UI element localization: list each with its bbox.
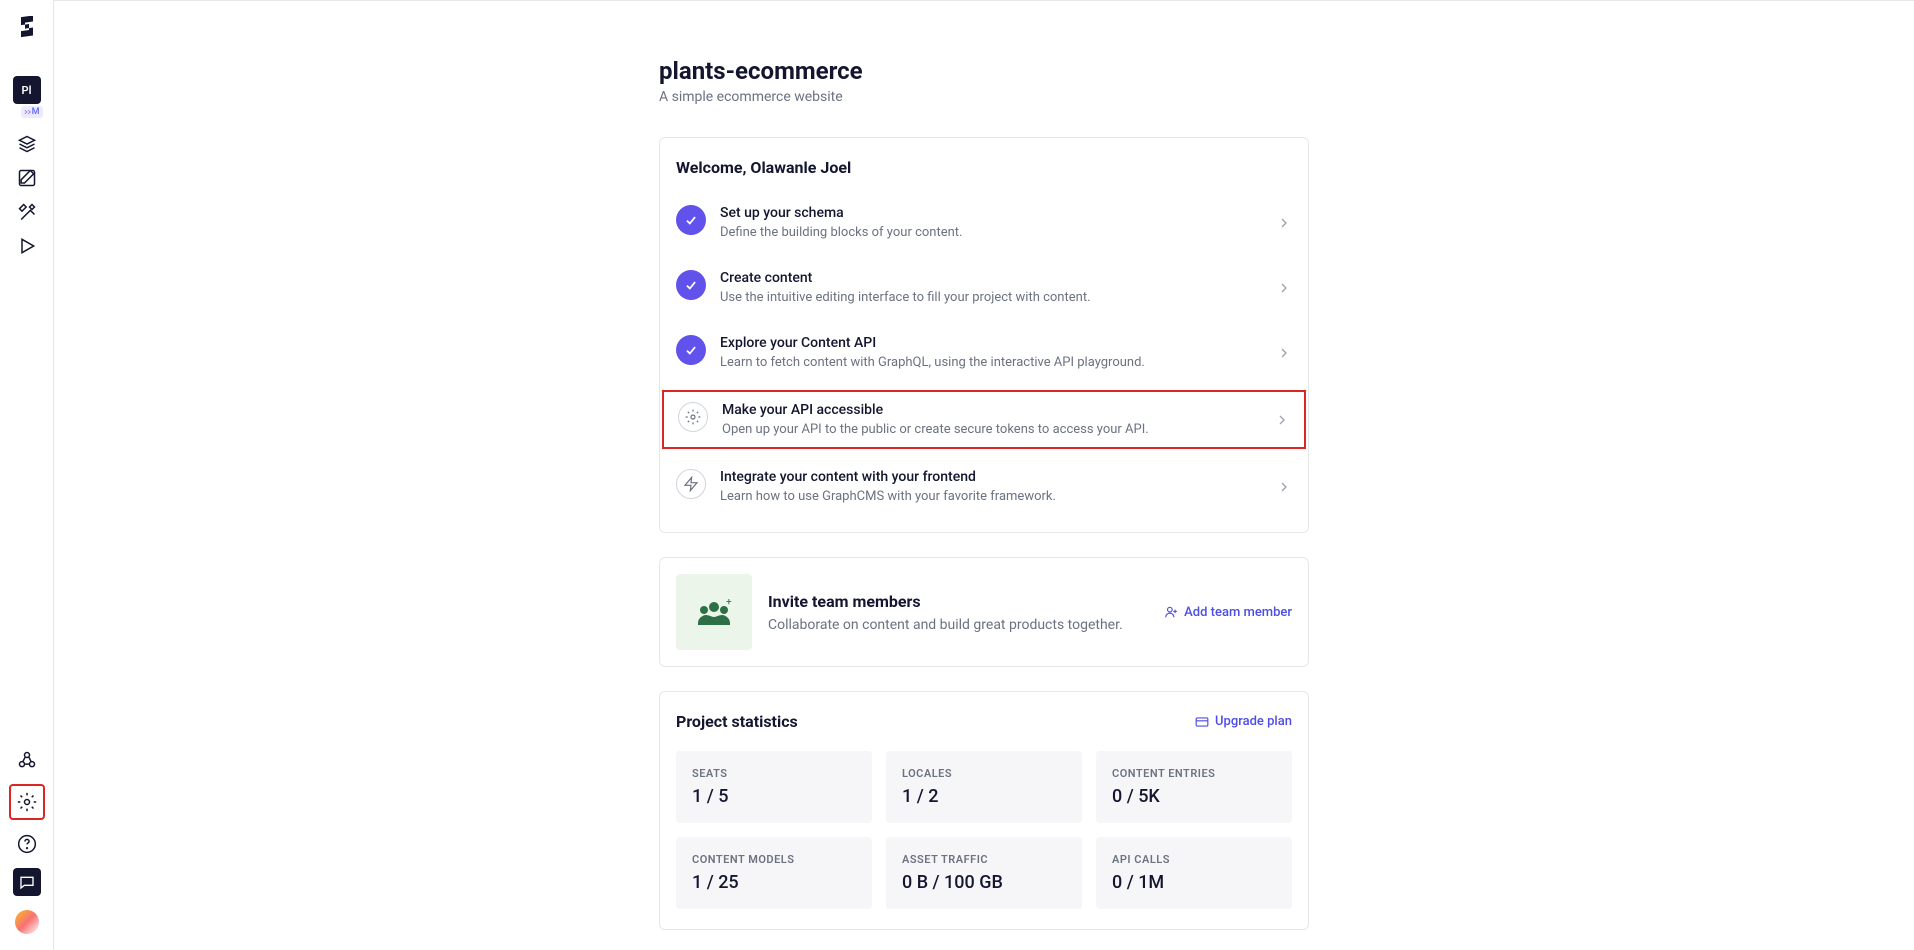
bolt-icon	[676, 469, 706, 499]
chevron-right-icon	[1276, 345, 1292, 361]
upgrade-plan-link[interactable]: Upgrade plan	[1195, 714, 1292, 729]
task-explore-api[interactable]: Explore your Content API Learn to fetch …	[676, 327, 1292, 378]
stat-api-calls: API CALLS 0 / 1M	[1096, 837, 1292, 909]
task-title: Integrate your content with your fronten…	[720, 469, 1262, 485]
invite-link-label: Add team member	[1184, 605, 1292, 620]
stat-label: SEATS	[692, 767, 856, 780]
settings-icon	[17, 792, 37, 812]
stat-value: 0 / 1M	[1112, 872, 1276, 893]
settings-button-highlighted[interactable]	[9, 784, 45, 820]
stat-label: CONTENT MODELS	[692, 853, 856, 866]
task-title: Explore your Content API	[720, 335, 1262, 351]
stat-locales: LOCALES 1 / 2	[886, 751, 1082, 823]
chevron-right-icon	[1274, 412, 1290, 428]
webhooks-icon[interactable]	[17, 750, 37, 770]
task-title: Make your API accessible	[722, 402, 1260, 418]
task-title: Set up your schema	[720, 205, 1262, 221]
stat-label: CONTENT ENTRIES	[1112, 767, 1276, 780]
check-icon	[676, 335, 706, 365]
stat-seats: SEATS 1 / 5	[676, 751, 872, 823]
task-setup-schema[interactable]: Set up your schema Define the building b…	[676, 197, 1292, 248]
stat-label: LOCALES	[902, 767, 1066, 780]
stat-value: 0 / 5K	[1112, 786, 1276, 807]
chat-button[interactable]	[13, 868, 41, 896]
svg-text:+: +	[726, 597, 732, 608]
chevron-right-icon	[1276, 479, 1292, 495]
task-desc: Learn how to use GraphCMS with your favo…	[720, 489, 1262, 504]
stat-value: 1 / 25	[692, 872, 856, 893]
check-icon	[676, 270, 706, 300]
task-list: Set up your schema Define the building b…	[676, 197, 1292, 512]
invite-desc: Collaborate on content and build great p…	[768, 617, 1148, 633]
chevron-right-icon	[1276, 280, 1292, 296]
stat-value: 0 B / 100 GB	[902, 872, 1066, 893]
project-badge-sub: M	[21, 106, 43, 118]
task-desc: Learn to fetch content with GraphQL, usi…	[720, 355, 1262, 370]
task-desc: Use the intuitive editing interface to f…	[720, 290, 1262, 305]
sidebar: Pl M	[0, 0, 54, 950]
chevron-right-icon	[1276, 215, 1292, 231]
person-add-icon	[1164, 605, 1178, 619]
welcome-title: Welcome, Olawanle Joel	[676, 158, 1292, 177]
stat-value: 1 / 5	[692, 786, 856, 807]
project-title: plants-ecommerce	[659, 57, 1309, 85]
user-avatar[interactable]	[15, 910, 39, 934]
schema-icon[interactable]	[17, 134, 37, 154]
stats-grid: SEATS 1 / 5 LOCALES 1 / 2 CONTENT ENTRIE…	[676, 751, 1292, 909]
upgrade-label: Upgrade plan	[1215, 714, 1292, 729]
invite-title: Invite team members	[768, 592, 1148, 611]
task-desc: Open up your API to the public or create…	[722, 422, 1260, 437]
invite-card: + Invite team members Collaborate on con…	[659, 557, 1309, 667]
team-icon: +	[676, 574, 752, 650]
stat-content-models: CONTENT MODELS 1 / 25	[676, 837, 872, 909]
task-create-content[interactable]: Create content Use the intuitive editing…	[676, 262, 1292, 313]
sidebar-top: Pl M	[13, 16, 41, 256]
project-badge[interactable]: Pl M	[13, 76, 41, 104]
main-content: plants-ecommerce A simple ecommerce webs…	[54, 0, 1914, 950]
stat-value: 1 / 2	[902, 786, 1066, 807]
task-title: Create content	[720, 270, 1262, 286]
help-icon[interactable]	[17, 834, 37, 854]
task-integrate-frontend[interactable]: Integrate your content with your fronten…	[676, 461, 1292, 512]
logo-icon[interactable]	[15, 16, 39, 40]
assets-icon[interactable]	[17, 202, 37, 222]
gear-icon	[678, 402, 708, 432]
stat-label: ASSET TRAFFIC	[902, 853, 1066, 866]
stat-asset-traffic: ASSET TRAFFIC 0 B / 100 GB	[886, 837, 1082, 909]
stats-title: Project statistics	[676, 712, 798, 731]
stats-card: Project statistics Upgrade plan SEATS 1 …	[659, 691, 1309, 930]
stat-content-entries: CONTENT ENTRIES 0 / 5K	[1096, 751, 1292, 823]
task-api-accessible-highlighted[interactable]: Make your API accessible Open up your AP…	[662, 390, 1306, 449]
sidebar-bottom	[9, 750, 45, 934]
task-desc: Define the building blocks of your conte…	[720, 225, 1262, 240]
content-icon[interactable]	[17, 168, 37, 188]
project-badge-text: Pl	[22, 84, 32, 97]
check-icon	[676, 205, 706, 235]
stat-label: API CALLS	[1112, 853, 1276, 866]
card-icon	[1195, 715, 1209, 729]
playground-icon[interactable]	[17, 236, 37, 256]
add-team-member-link[interactable]: Add team member	[1164, 605, 1292, 620]
project-subtitle: A simple ecommerce website	[659, 89, 1309, 105]
welcome-card: Welcome, Olawanle Joel Set up your schem…	[659, 137, 1309, 533]
